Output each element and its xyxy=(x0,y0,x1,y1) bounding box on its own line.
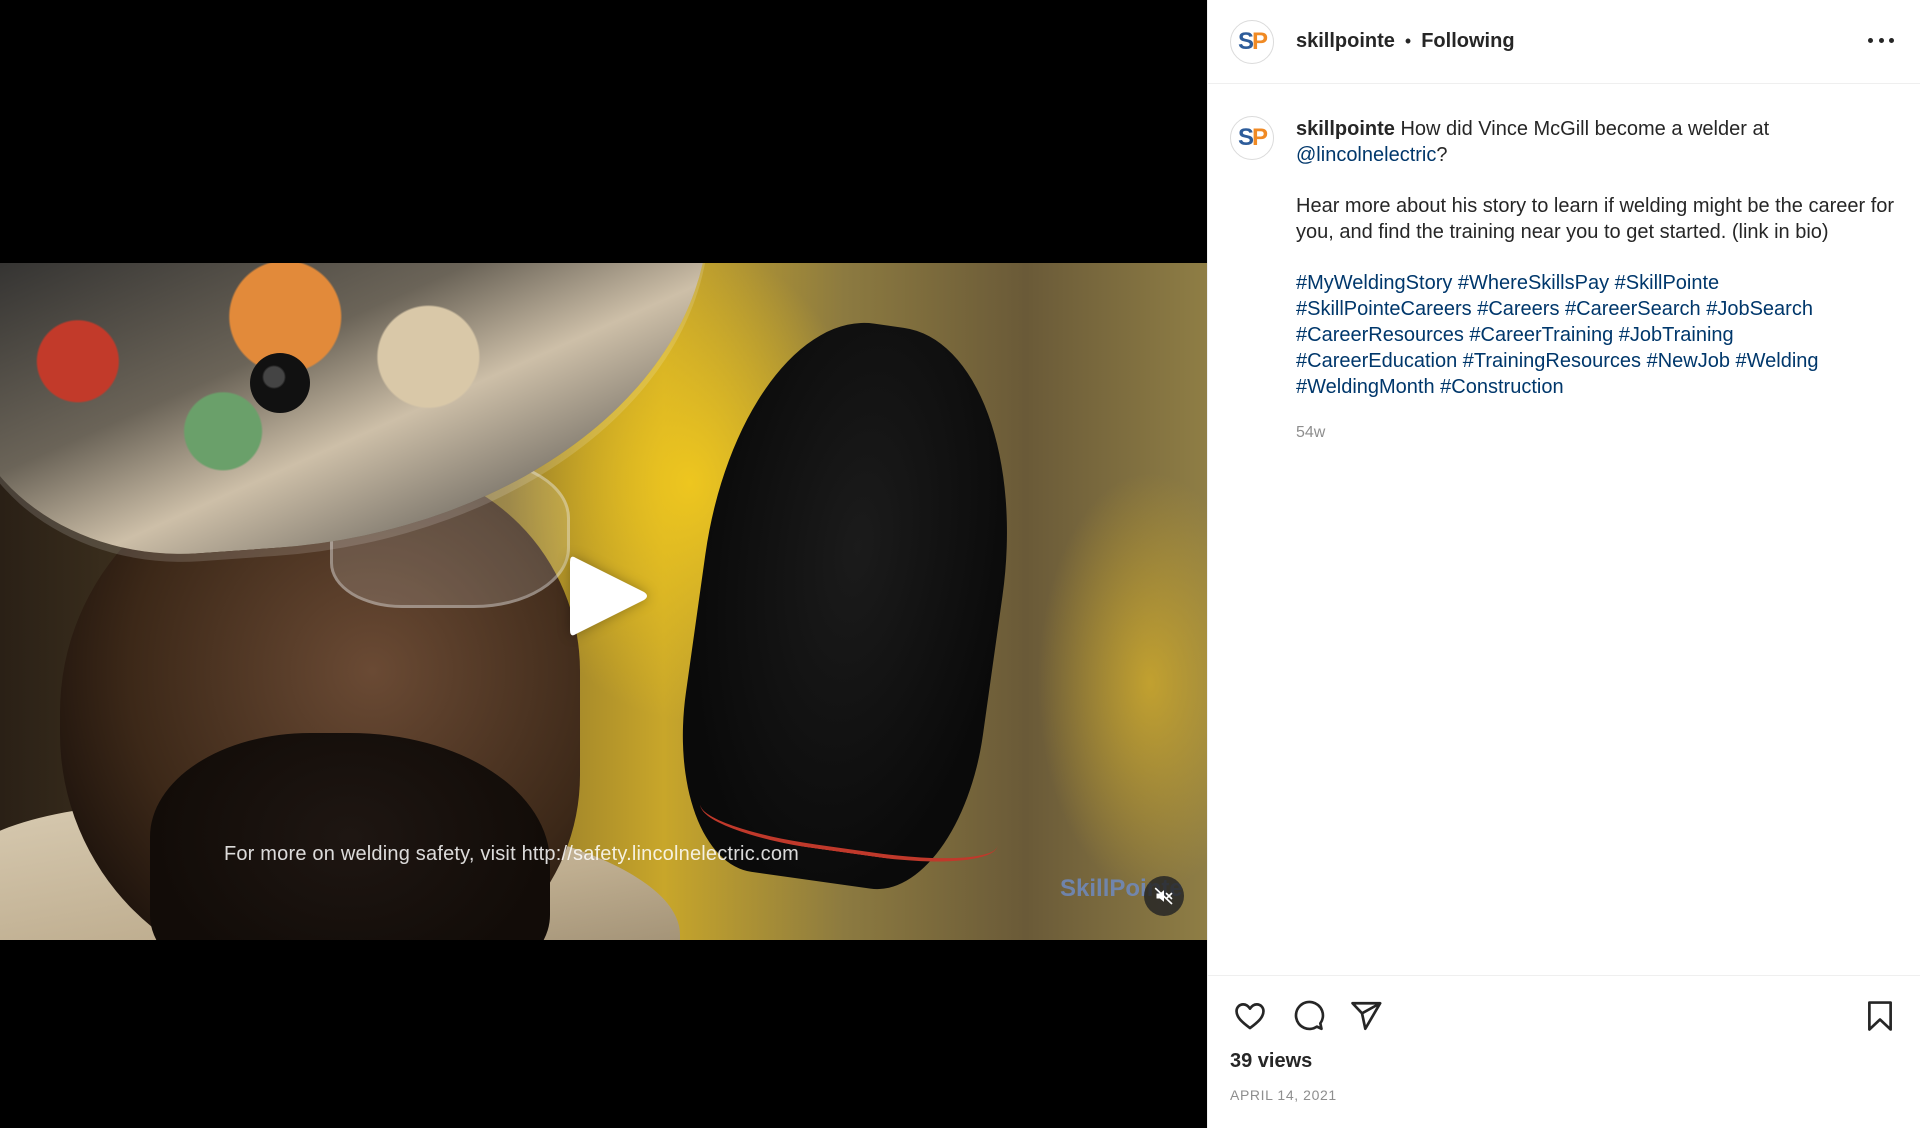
play-button[interactable] xyxy=(560,550,652,642)
bookmark-icon xyxy=(1868,1001,1892,1031)
video-player[interactable]: For more on welding safety, visit http:/… xyxy=(0,0,1207,1128)
video-subtitle: For more on welding safety, visit http:/… xyxy=(223,843,800,865)
comment-bubble-icon xyxy=(1294,1000,1325,1031)
hashtag-link[interactable]: #NewJob xyxy=(1647,350,1730,372)
video-scene-helmet xyxy=(0,263,731,570)
hashtag-link[interactable]: #CareerEducation xyxy=(1296,350,1457,372)
hashtag-link[interactable]: #CareerResources xyxy=(1296,324,1464,346)
play-icon xyxy=(570,556,647,636)
caption-line1-text: How did Vince McGill become a welder at xyxy=(1394,118,1770,140)
hashtag-link[interactable]: #CareerTraining xyxy=(1469,324,1613,346)
hashtag-link[interactable]: #Welding xyxy=(1736,350,1819,372)
hashtag-link[interactable]: #SkillPointe xyxy=(1615,272,1720,294)
more-options-icon[interactable] xyxy=(1868,30,1894,50)
action-icons xyxy=(1208,976,1920,1036)
caption-avatar[interactable]: SP xyxy=(1230,116,1274,160)
caption-text: skillpointe How did Vince McGill become … xyxy=(1296,116,1896,446)
avatar-initial-p: P xyxy=(1252,27,1268,55)
mention-link[interactable]: @lincolnelectric xyxy=(1296,144,1436,166)
action-bar: 39 views APRIL 14, 2021 xyxy=(1208,975,1920,1128)
post-date[interactable]: APRIL 14, 2021 xyxy=(1208,1073,1920,1103)
views-count[interactable]: 39 views xyxy=(1208,1036,1920,1073)
hashtag-link[interactable]: #CareerSearch xyxy=(1565,298,1701,320)
avatar-initial-s: S xyxy=(1237,124,1254,151)
hashtag-link[interactable]: #JobSearch xyxy=(1706,298,1813,320)
avatar[interactable]: SP xyxy=(1230,19,1274,64)
post-age-timestamp[interactable]: 54w xyxy=(1296,420,1896,446)
hashtag-link[interactable]: #Construction xyxy=(1440,376,1563,398)
hashtag-link[interactable]: #JobTraining xyxy=(1619,324,1734,346)
following-button[interactable]: Following xyxy=(1421,30,1514,53)
mute-toggle-button[interactable] xyxy=(1144,876,1184,916)
caption-paragraph-1: skillpointe How did Vince McGill become … xyxy=(1296,116,1896,168)
avatar-initial-s: S xyxy=(1237,27,1254,55)
save-button[interactable] xyxy=(1860,996,1900,1036)
avatar-initial-p: P xyxy=(1252,124,1268,151)
hashtag-link[interactable]: #TrainingResources xyxy=(1463,350,1641,372)
caption-block: SP skillpointe How did Vince McGill beco… xyxy=(1208,84,1920,446)
heart-icon xyxy=(1235,1003,1265,1030)
like-button[interactable] xyxy=(1230,996,1270,1036)
hashtag-list: #MyWeldingStory #WhereSkillsPay #SkillPo… xyxy=(1296,270,1896,400)
hashtag-link[interactable]: #Careers xyxy=(1477,298,1559,320)
muted-speaker-icon xyxy=(1154,887,1173,905)
hashtag-link[interactable]: #WhereSkillsPay xyxy=(1458,272,1609,294)
header-separator-dot: • xyxy=(1404,31,1412,51)
post-side-panel: SP skillpointe • Following SP skillpoint… xyxy=(1207,0,1920,1128)
caption-line1-suffix: ? xyxy=(1436,144,1448,166)
caption-username-link[interactable]: skillpointe xyxy=(1296,118,1395,140)
share-button[interactable] xyxy=(1346,996,1386,1036)
hashtag-link[interactable]: #WeldingMonth xyxy=(1296,376,1435,398)
video-scene-helmet-knob xyxy=(250,353,310,413)
paper-plane-icon xyxy=(1351,1001,1382,1031)
post-header: SP skillpointe • Following xyxy=(1208,0,1920,84)
caption-paragraph-2: Hear more about his story to learn if we… xyxy=(1296,195,1895,243)
header-username-link[interactable]: skillpointe xyxy=(1296,30,1395,53)
comment-button[interactable] xyxy=(1288,996,1328,1036)
hashtag-link[interactable]: #MyWeldingStory xyxy=(1296,272,1452,294)
hashtag-link[interactable]: #SkillPointeCareers xyxy=(1296,298,1472,320)
